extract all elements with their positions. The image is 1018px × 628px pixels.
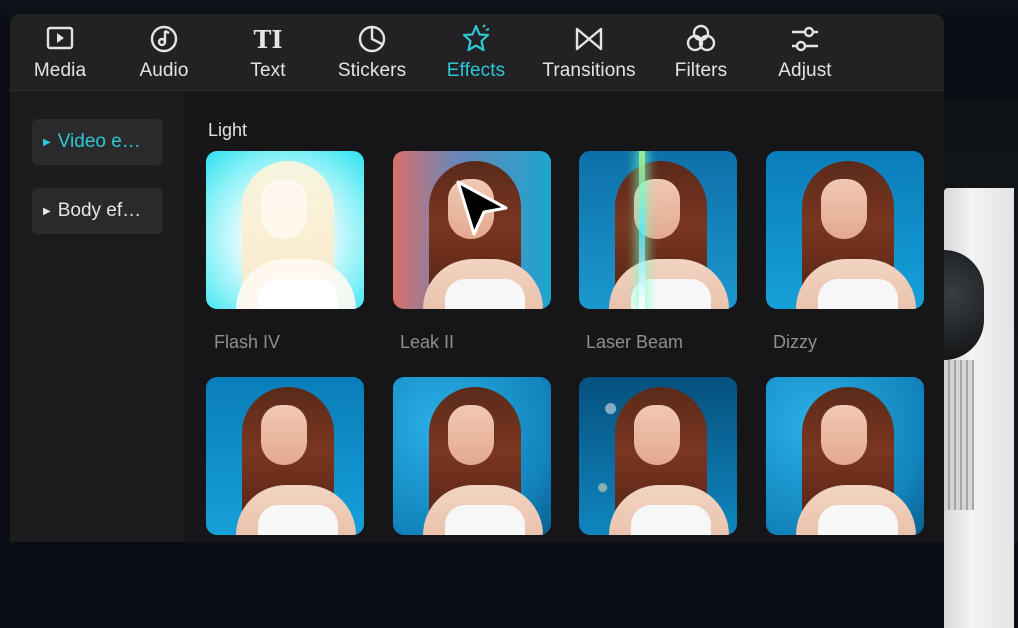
effect-thumbnail[interactable] [579,377,737,535]
effects-category-sidebar: ▶ Video e… ▶ Body ef… [10,91,184,542]
section-title: Light [208,120,248,140]
effect-thumbnail[interactable] [393,377,551,535]
effects-panel: Media Audio TI Text Stickers Effects Tra… [10,14,944,542]
sidebar-item-label: Video e… [57,131,141,152]
preview-visor [944,360,974,510]
text-icon: TI [253,25,282,54]
tab-filters-label: Filters [674,60,728,81]
tab-text[interactable]: TI Text [246,22,290,86]
tab-transitions[interactable]: Transitions [536,22,642,86]
sidebar-item-video-effects[interactable]: ▶ Video e… [32,119,163,165]
effects-grid: Light Flash IV Leak II Laser Beam Dizzy [184,91,944,542]
tab-media[interactable]: Media [32,22,88,86]
effect-thumbnail-flash-iv[interactable] [206,151,364,309]
effect-thumbnail[interactable] [206,377,364,535]
filters-icon [686,24,716,52]
effect-thumbnail-dizzy[interactable] [766,151,924,309]
effect-label: Laser Beam [586,332,684,352]
svg-text:TI: TI [253,25,282,54]
sidebar-item-body-effects[interactable]: ▶ Body ef… [32,188,163,234]
preview-background [944,100,1018,628]
tab-audio-label: Audio [139,60,189,81]
effect-thumbnail-leak-ii[interactable] [393,151,551,309]
tab-adjust-label: Adjust [778,60,832,81]
effect-thumbnail-laser-beam[interactable] [579,151,737,309]
tab-media-label: Media [33,60,87,81]
tab-effects-label: Effects [446,60,506,81]
tab-adjust[interactable]: Adjust [774,22,836,86]
tab-audio[interactable]: Audio [135,22,193,86]
top-toolbar: Media Audio TI Text Stickers Effects Tra… [10,14,944,91]
expand-triangle-icon: ▶ [43,136,51,148]
audio-icon [150,25,178,53]
effects-icon [462,24,490,52]
expand-triangle-icon: ▶ [43,205,51,217]
effect-label: Dizzy [773,332,817,352]
sidebar-item-label: Body ef… [57,200,142,221]
effect-label: Flash IV [214,332,281,352]
tab-transitions-label: Transitions [542,60,636,81]
tab-effects[interactable]: Effects [441,22,511,86]
effect-thumbnail[interactable] [766,377,924,535]
adjust-icon [792,26,818,52]
tab-filters[interactable]: Filters [670,22,732,86]
tab-text-label: Text [250,60,286,81]
media-icon [46,26,74,50]
tab-stickers-label: Stickers [337,60,407,81]
effect-label: Leak II [400,332,455,352]
tab-stickers[interactable]: Stickers [332,22,412,86]
transitions-icon [575,27,603,51]
desktop-background [0,0,1018,14]
stickers-icon [358,25,386,53]
